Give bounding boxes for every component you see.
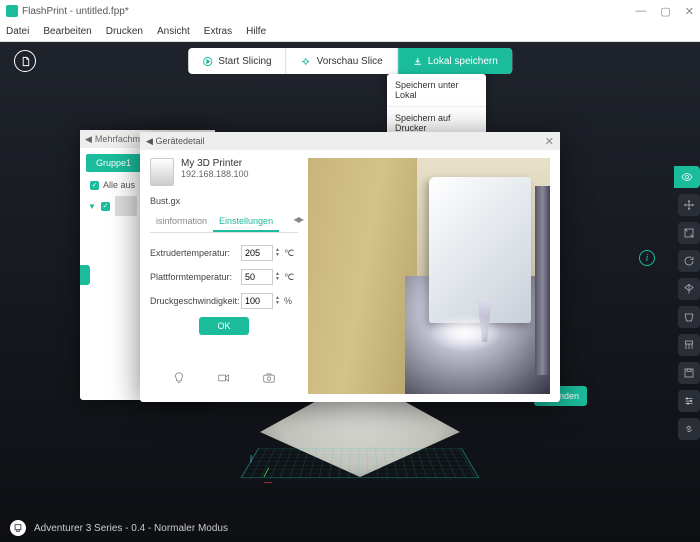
tab-nav-arrows[interactable]: ◀ ▶ xyxy=(293,215,302,224)
tool-settings[interactable] xyxy=(678,390,700,412)
workspace: |╱— Start Slicing Vorschau Slice Lokal s… xyxy=(0,42,700,542)
platform-temp-input[interactable] xyxy=(241,269,273,285)
speed-unit: % xyxy=(284,296,298,306)
group-button[interactable]: Gruppe1 xyxy=(86,154,141,172)
preview-slice-button[interactable]: Vorschau Slice xyxy=(287,48,398,74)
tool-move[interactable] xyxy=(678,194,700,216)
menu-print[interactable]: Drucken xyxy=(106,26,143,37)
camera-photo-icon[interactable] xyxy=(261,371,277,390)
printer-thumbnail xyxy=(115,196,137,216)
menu-edit[interactable]: Bearbeiten xyxy=(43,26,91,37)
platform-temp-label: Plattformtemperatur: xyxy=(150,272,241,282)
extruder-spinner[interactable]: ▲▼ xyxy=(275,248,280,258)
extruder-temp-input[interactable] xyxy=(241,245,273,261)
top-action-bar: Start Slicing Vorschau Slice Lokal speic… xyxy=(188,48,512,74)
device-detail-dialog: ◀ Gerätedetail ✕ My 3D Printer 192.168.1… xyxy=(140,132,560,402)
camera-feed xyxy=(308,158,550,394)
tab-settings[interactable]: Einstellungen xyxy=(213,212,279,232)
info-icon[interactable]: i xyxy=(639,250,655,266)
printer-image xyxy=(150,158,174,186)
document-button[interactable] xyxy=(14,50,36,72)
tool-support[interactable] xyxy=(678,334,700,356)
app-icon xyxy=(6,5,18,17)
platform-spinner[interactable]: ▲▼ xyxy=(275,272,280,282)
camera-video-icon[interactable] xyxy=(216,371,232,390)
speed-input[interactable] xyxy=(241,293,273,309)
status-bar: Adventurer 3 Series - 0.4 - Normaler Mod… xyxy=(0,514,700,542)
tool-cut[interactable] xyxy=(678,306,700,328)
status-text: Adventurer 3 Series - 0.4 - Normaler Mod… xyxy=(34,523,228,534)
speed-label: Druckgeschwindigkeit: xyxy=(150,296,241,306)
minimize-button[interactable]: — xyxy=(635,5,646,18)
save-dropdown: Speichern unter Lokal Speichern auf Druc… xyxy=(387,74,486,139)
file-name: Bust.gx xyxy=(150,196,298,206)
light-icon[interactable] xyxy=(171,371,187,390)
menu-bar: Datei Bearbeiten Drucken Ansicht Extras … xyxy=(0,22,700,42)
menu-help[interactable]: Hilfe xyxy=(246,26,266,37)
speed-spinner[interactable]: ▲▼ xyxy=(275,296,280,306)
start-slicing-label: Start Slicing xyxy=(218,56,271,67)
back-arrow-icon[interactable]: ◀ xyxy=(85,134,92,145)
tool-save[interactable] xyxy=(678,362,700,384)
close-button[interactable]: ✕ xyxy=(685,5,694,18)
tool-rotate[interactable] xyxy=(678,250,700,272)
right-toolbar xyxy=(674,162,700,444)
expand-icon: ▼ xyxy=(88,202,96,211)
window-title: FlashPrint - untitled.fpp* xyxy=(22,6,129,17)
collapse-arrow-icon[interactable] xyxy=(80,265,90,285)
dialog-back-icon[interactable]: ◀ xyxy=(146,136,153,147)
extruder-unit: ℃ xyxy=(284,248,298,259)
ok-button[interactable]: OK xyxy=(199,317,248,335)
dialog-close-button[interactable]: ✕ xyxy=(545,135,554,148)
start-slicing-button[interactable]: Start Slicing xyxy=(188,48,286,74)
tab-info[interactable]: isinformation xyxy=(150,212,213,232)
title-bar: FlashPrint - untitled.fpp* — ▢ ✕ xyxy=(0,0,700,22)
printer-checkbox[interactable]: ✓ xyxy=(101,202,110,211)
tool-view[interactable] xyxy=(674,166,700,188)
menu-file[interactable]: Datei xyxy=(6,26,29,37)
menu-view[interactable]: Ansicht xyxy=(157,26,190,37)
tool-scale[interactable] xyxy=(678,222,700,244)
dialog-title: Gerätedetail xyxy=(155,136,204,146)
save-local-option[interactable]: Speichern unter Lokal xyxy=(387,74,486,106)
save-local-button[interactable]: Lokal speichern xyxy=(398,48,512,74)
printer-name: My 3D Printer xyxy=(181,158,249,169)
printer-ip: 192.168.188.100 xyxy=(181,169,249,179)
extruder-temp-label: Extrudertemperatur: xyxy=(150,248,241,258)
tool-link[interactable] xyxy=(678,418,700,440)
save-local-label: Lokal speichern xyxy=(428,56,498,67)
menu-extras[interactable]: Extras xyxy=(204,26,232,37)
preview-slice-label: Vorschau Slice xyxy=(317,56,383,67)
platform-unit: ℃ xyxy=(284,272,298,283)
maximize-button[interactable]: ▢ xyxy=(660,5,670,18)
build-plate-grid xyxy=(241,448,480,478)
printer-status-icon[interactable] xyxy=(10,520,26,536)
tool-mirror[interactable] xyxy=(678,278,700,300)
